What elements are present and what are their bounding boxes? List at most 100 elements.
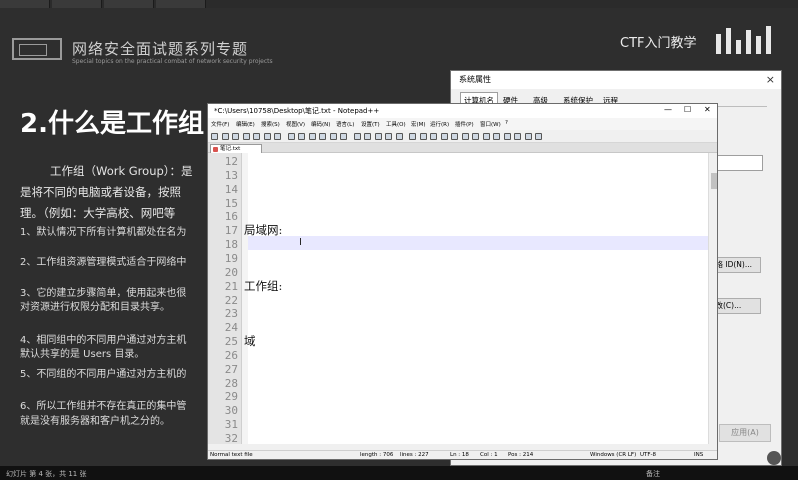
document-tab[interactable]: 笔记.txt bbox=[210, 144, 262, 153]
minimize-button[interactable]: — bbox=[664, 105, 672, 114]
text-cursor-icon: I bbox=[299, 237, 302, 249]
play-multi-icon[interactable] bbox=[524, 133, 532, 140]
editor-status-bar: Normal text file length : 706 lines : 22… bbox=[208, 450, 717, 459]
record-icon[interactable] bbox=[493, 133, 500, 140]
line-number: 12 bbox=[224, 155, 238, 168]
monitor-icon[interactable] bbox=[482, 133, 490, 140]
menu-run[interactable]: 运行(R) bbox=[430, 120, 449, 128]
fold-margin bbox=[242, 153, 248, 444]
presentation-status-bar: 幻灯片 第 4 张，共 11 张 备注 bbox=[0, 466, 798, 480]
status-insert-mode: INS bbox=[694, 452, 704, 458]
menu-view[interactable]: 视图(V) bbox=[286, 120, 305, 128]
sync-h-icon[interactable] bbox=[395, 133, 403, 140]
zoom-in-icon[interactable] bbox=[364, 133, 371, 140]
line-number: 26 bbox=[224, 348, 238, 362]
menu-search[interactable]: 搜索(S) bbox=[261, 120, 280, 128]
line-number: 20 bbox=[224, 265, 238, 279]
line-number: 25 bbox=[224, 335, 238, 349]
all-chars-icon[interactable] bbox=[419, 133, 427, 140]
doc-map-icon[interactable] bbox=[451, 133, 458, 140]
line-number: 18 bbox=[224, 238, 238, 252]
menu-plugins[interactable]: 插件(P) bbox=[455, 120, 474, 128]
dialog-title: 系统属性 bbox=[451, 71, 781, 89]
line-number: 16 bbox=[224, 210, 238, 224]
browser-tab[interactable] bbox=[52, 0, 102, 8]
list-item: 默认共享的是 Users 目录。 bbox=[20, 349, 145, 360]
close-icon[interactable] bbox=[253, 133, 260, 140]
status-position: Pos : 214 bbox=[508, 452, 534, 458]
notes-button[interactable]: 备注 bbox=[646, 469, 660, 479]
save-icon[interactable] bbox=[232, 133, 239, 140]
notepadpp-window: *C:\Users\10758\Desktop\笔记.txt - Notepad… bbox=[207, 103, 718, 460]
undo-icon[interactable] bbox=[319, 133, 326, 140]
list-item: 对资源进行权限分配和目录共享。 bbox=[20, 302, 170, 313]
line-number: 29 bbox=[224, 390, 238, 404]
find-icon[interactable] bbox=[340, 133, 347, 140]
cut-icon[interactable] bbox=[287, 133, 295, 140]
menu-help[interactable]: ? bbox=[505, 120, 508, 126]
line-number: 14 bbox=[224, 182, 238, 196]
menu-language[interactable]: 语言(L) bbox=[336, 120, 354, 128]
folder-icon[interactable] bbox=[472, 133, 479, 140]
slide-series-subtitle: Special topics on the practical combat o… bbox=[72, 58, 273, 65]
apply-button[interactable]: 应用(A) bbox=[719, 424, 771, 442]
line-number: 31 bbox=[224, 418, 238, 432]
brand-logo-icon bbox=[712, 24, 782, 58]
open-file-icon[interactable] bbox=[221, 133, 229, 140]
vertical-scrollbar[interactable] bbox=[708, 153, 717, 444]
close-all-icon[interactable] bbox=[263, 133, 271, 140]
menu-encoding[interactable]: 编码(N) bbox=[311, 120, 330, 128]
stop-icon[interactable] bbox=[503, 133, 511, 140]
save-macro-icon[interactable] bbox=[535, 133, 542, 140]
line-number: 17 bbox=[224, 224, 238, 238]
line-number: 28 bbox=[224, 376, 238, 390]
replace-icon[interactable] bbox=[353, 133, 361, 140]
wrap-icon[interactable] bbox=[409, 133, 416, 140]
status-lines: lines : 227 bbox=[400, 452, 429, 458]
zoom-out-icon[interactable] bbox=[374, 133, 382, 140]
scrollbar-thumb[interactable] bbox=[711, 173, 717, 189]
menu-window[interactable]: 窗口(W) bbox=[480, 120, 501, 128]
avatar-icon bbox=[767, 451, 781, 465]
paste-icon[interactable] bbox=[308, 133, 316, 140]
sync-v-icon[interactable] bbox=[385, 133, 392, 140]
line-number: 30 bbox=[224, 404, 238, 418]
save-all-icon[interactable] bbox=[242, 133, 250, 140]
status-file-type: Normal text file bbox=[210, 452, 253, 458]
menu-macro[interactable]: 宏(M) bbox=[411, 120, 426, 128]
window-titlebar[interactable]: *C:\Users\10758\Desktop\笔记.txt - Notepad… bbox=[208, 104, 717, 118]
menu-edit[interactable]: 编辑(E) bbox=[236, 120, 255, 128]
list-item: 3、它的建立步骤简单，使用起来也很 bbox=[20, 288, 187, 299]
line-number: 24 bbox=[224, 321, 238, 335]
new-file-icon[interactable] bbox=[211, 133, 218, 140]
slide-counter: 幻灯片 第 4 张，共 11 张 bbox=[6, 470, 87, 478]
list-item: 1、默认情况下所有计算机都处在名为 bbox=[20, 227, 187, 238]
maximize-button[interactable]: ☐ bbox=[684, 105, 691, 114]
indent-guide-icon[interactable] bbox=[430, 133, 437, 140]
list-item: 6、所以工作组并不存在真正的集中管 bbox=[20, 401, 187, 412]
line-number: 27 bbox=[224, 362, 238, 376]
lang-icon[interactable] bbox=[440, 133, 448, 140]
window-title: *C:\Users\10758\Desktop\笔记.txt - Notepad… bbox=[214, 107, 380, 115]
status-length: length : 706 bbox=[360, 452, 394, 458]
menu-tools[interactable]: 工具(O) bbox=[386, 120, 406, 128]
line-number: 22 bbox=[224, 293, 238, 307]
print-icon[interactable] bbox=[274, 133, 281, 140]
browser-tab[interactable] bbox=[156, 0, 206, 8]
func-list-icon[interactable] bbox=[461, 133, 469, 140]
play-icon[interactable] bbox=[514, 133, 521, 140]
menu-settings[interactable]: 设置(T) bbox=[361, 120, 380, 128]
browser-tab[interactable] bbox=[104, 0, 154, 8]
copy-icon[interactable] bbox=[298, 133, 305, 140]
menu-file[interactable]: 文件(F) bbox=[211, 120, 229, 128]
current-line-highlight bbox=[248, 236, 708, 250]
text-editor[interactable]: I 12 13 14 15 16 17 局域网: 18 19 20 21 工作组: 22 23 24 25 域 2… bbox=[208, 153, 708, 444]
dialog-close-button[interactable]: × bbox=[766, 73, 775, 86]
browser-tab[interactable] bbox=[0, 0, 50, 8]
line-number: 15 bbox=[224, 196, 238, 210]
line-number: 23 bbox=[224, 307, 238, 321]
redo-icon[interactable] bbox=[329, 133, 337, 140]
close-button[interactable]: ✕ bbox=[704, 105, 711, 114]
document-tab-bar: 笔记.txt bbox=[208, 143, 717, 153]
computer-description-field[interactable] bbox=[713, 155, 763, 171]
